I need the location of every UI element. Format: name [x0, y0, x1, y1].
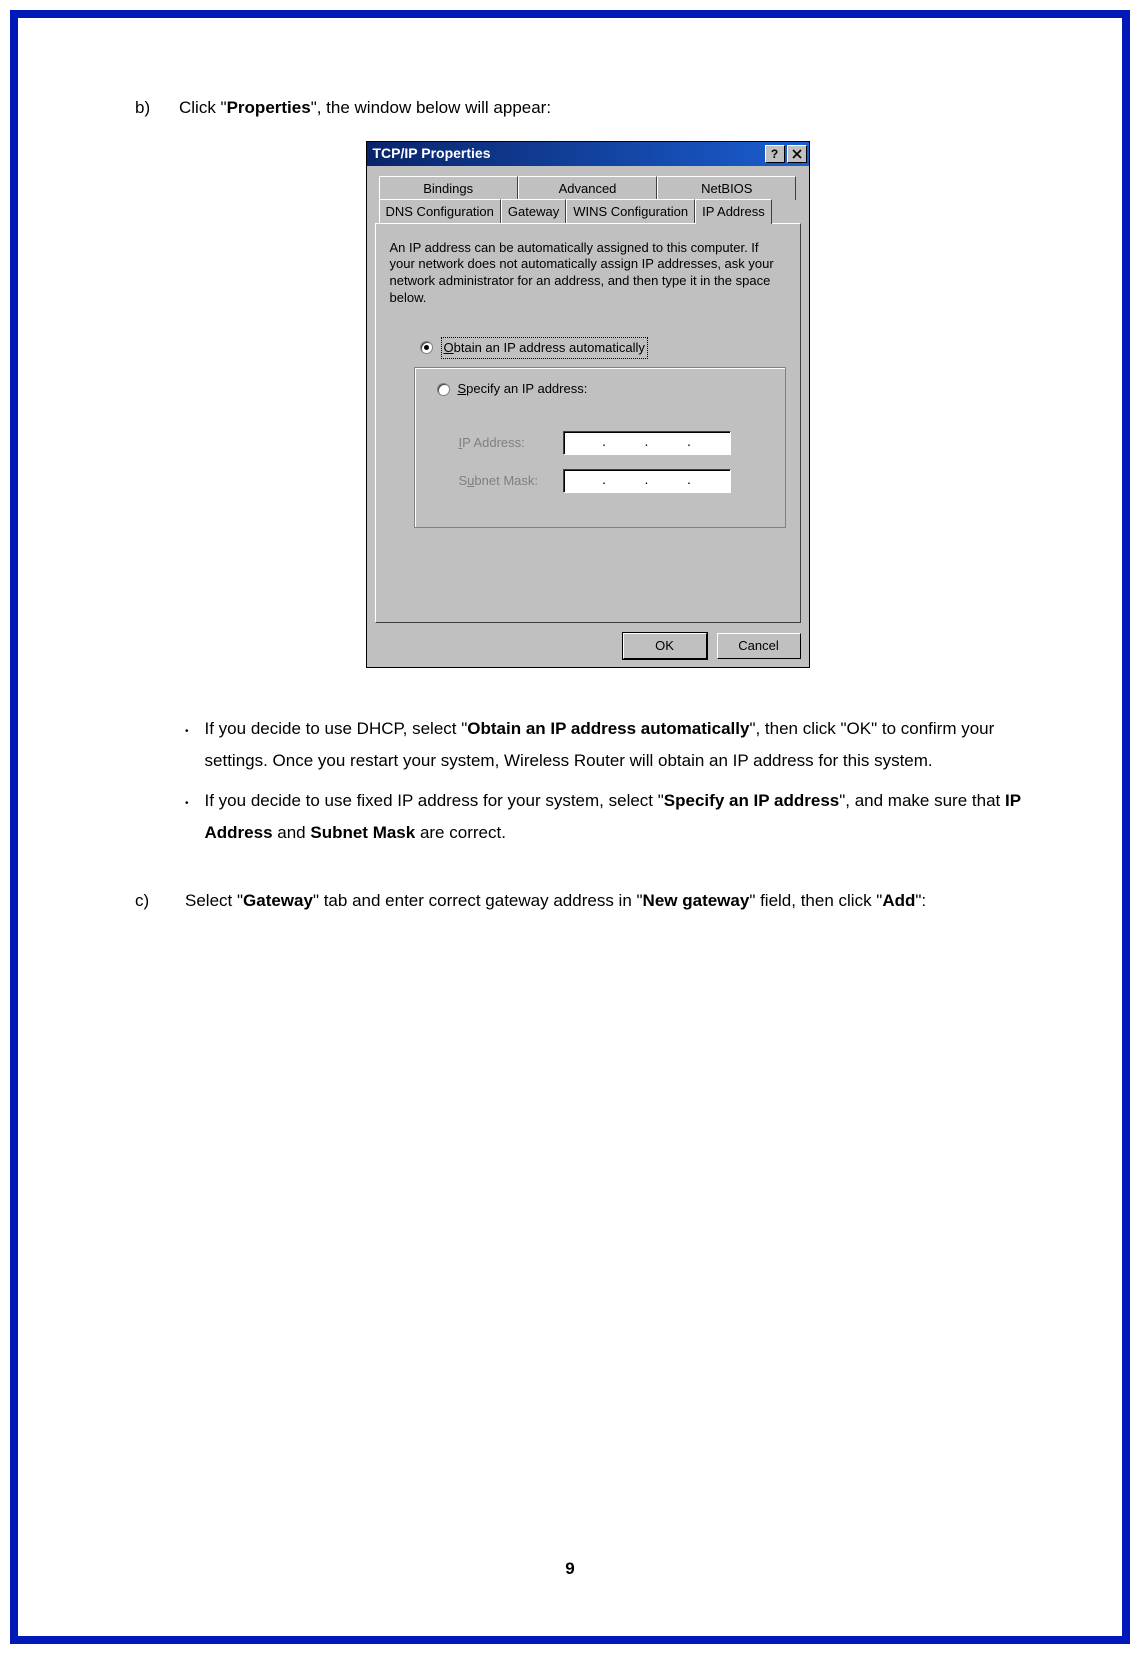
- tab-dns-configuration[interactable]: DNS Configuration: [379, 199, 501, 224]
- step-b: b) Click "Properties", the window below …: [135, 95, 1040, 121]
- page-number: 9: [0, 1559, 1140, 1579]
- step-b-text: Click "Properties", the window below wil…: [179, 95, 551, 121]
- close-button[interactable]: [787, 145, 807, 163]
- cancel-button[interactable]: Cancel: [717, 633, 801, 659]
- help-button[interactable]: ?: [765, 145, 785, 163]
- bullet-icon: •: [185, 722, 189, 778]
- step-b-label: b): [135, 95, 157, 121]
- tab-netbios[interactable]: NetBIOS: [657, 176, 796, 201]
- tcpip-properties-dialog: TCP/IP Properties ? Bindings Advanced Ne…: [366, 141, 810, 668]
- ip-address-label: IP Address:: [459, 433, 563, 453]
- step-c: c) Select "Gateway" tab and enter correc…: [135, 885, 1040, 917]
- tabs-back-row: Bindings Advanced NetBIOS: [379, 176, 797, 201]
- ok-button[interactable]: OK: [623, 633, 707, 659]
- dialog-buttons: OK Cancel: [375, 633, 801, 659]
- subnet-mask-input[interactable]: ...: [563, 469, 731, 493]
- tab-bindings[interactable]: Bindings: [379, 176, 518, 201]
- close-icon: [792, 149, 802, 159]
- radio-specify-label: Specify an IP address:: [458, 379, 588, 399]
- radio-icon: [420, 341, 433, 354]
- ip-address-row: IP Address: ...: [459, 431, 769, 455]
- radio-specify[interactable]: Specify an IP address:: [437, 379, 594, 399]
- tab-advanced[interactable]: Advanced: [518, 176, 657, 201]
- radio-icon: [437, 383, 450, 396]
- step-c-label: c): [135, 885, 157, 917]
- specify-group: Specify an IP address: IP Address: ... S…: [414, 367, 786, 528]
- tab-panel: An IP address can be automatically assig…: [375, 223, 801, 623]
- subnet-mask-row: Subnet Mask: ...: [459, 469, 769, 493]
- tabs-front-row: DNS Configuration Gateway WINS Configura…: [379, 199, 797, 224]
- step-c-text: Select "Gateway" tab and enter correct g…: [185, 885, 926, 917]
- bullets: • If you decide to use DHCP, select "Obt…: [185, 713, 1040, 850]
- titlebar: TCP/IP Properties ?: [367, 142, 809, 166]
- radio-obtain-auto[interactable]: Obtain an IP address automatically: [420, 337, 786, 359]
- panel-description: An IP address can be automatically assig…: [390, 240, 786, 308]
- subnet-mask-label: Subnet Mask:: [459, 471, 563, 491]
- tab-gateway[interactable]: Gateway: [501, 199, 566, 224]
- bullet-dhcp: • If you decide to use DHCP, select "Obt…: [185, 713, 1040, 778]
- tab-wins-configuration[interactable]: WINS Configuration: [566, 199, 695, 224]
- bullet-icon: •: [185, 794, 189, 850]
- radio-obtain-auto-label: Obtain an IP address automatically: [441, 337, 648, 359]
- bullet-fixed-ip: • If you decide to use fixed IP address …: [185, 785, 1040, 850]
- tab-ip-address[interactable]: IP Address: [695, 199, 772, 224]
- ip-address-input[interactable]: ...: [563, 431, 731, 455]
- titlebar-title: TCP/IP Properties: [369, 143, 763, 164]
